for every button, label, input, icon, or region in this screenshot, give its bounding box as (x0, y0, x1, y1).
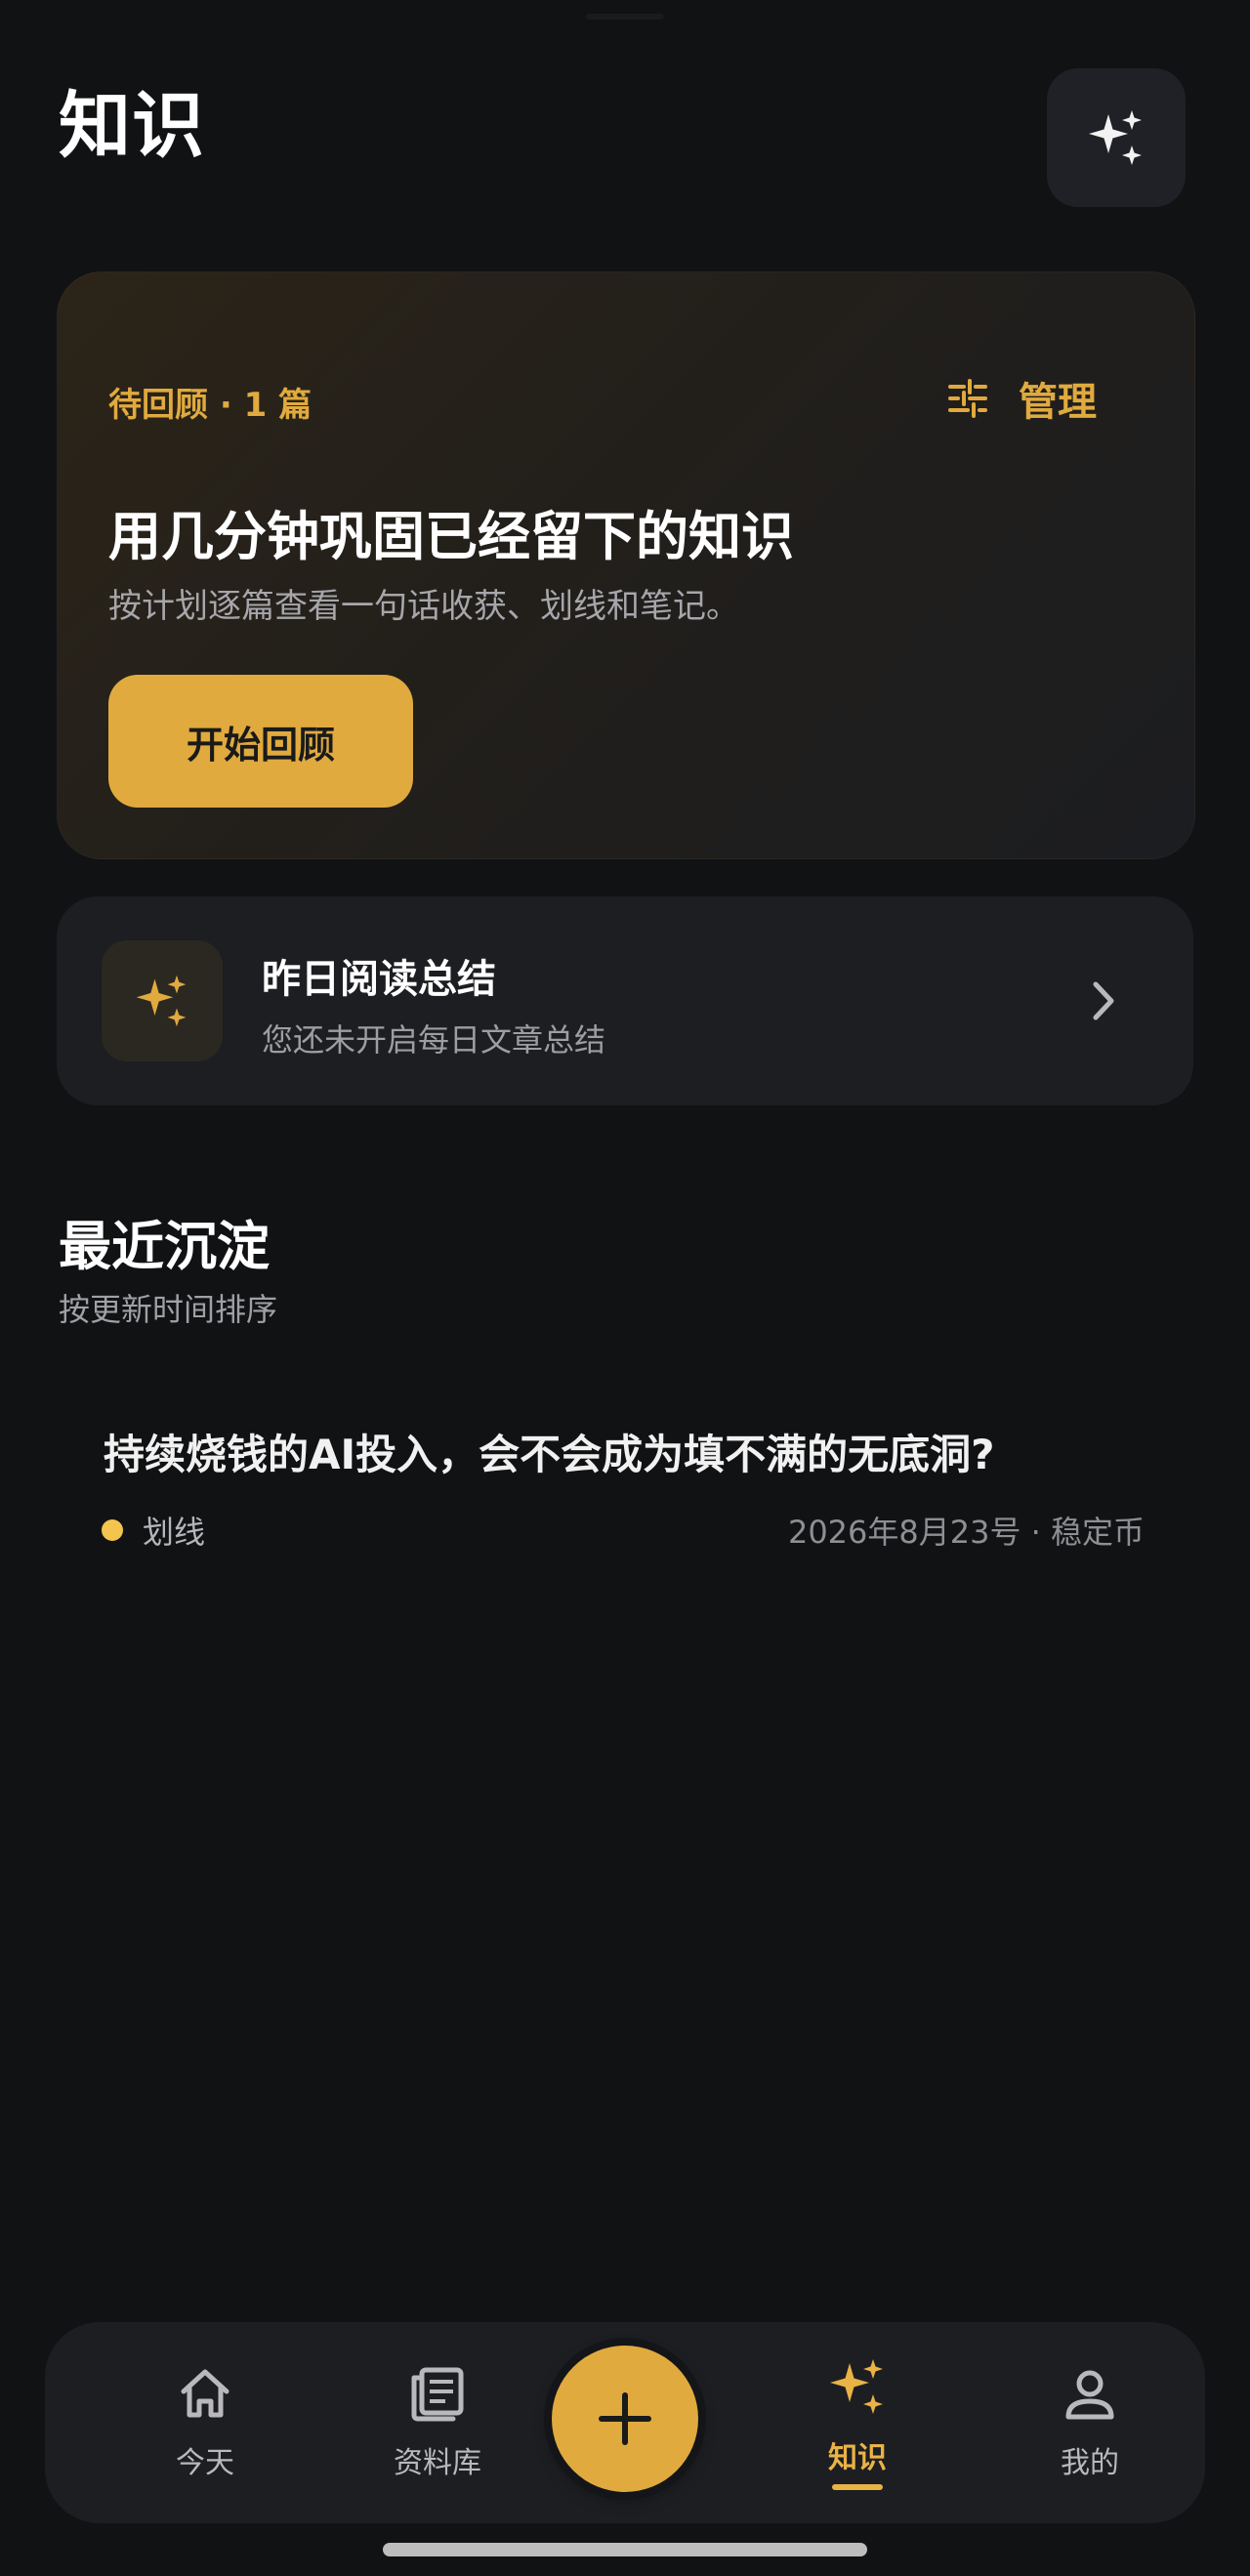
tab-label: 知识 (828, 2441, 887, 2475)
library-icon (411, 2367, 464, 2422)
tab-knowledge[interactable]: 知识 (770, 2322, 945, 2523)
recent-section-title: 最近沉淀 (59, 1216, 270, 1277)
active-tab-indicator (832, 2484, 883, 2490)
review-subtitle: 按计划逐篇查看一句话收获、划线和笔记。 (108, 587, 739, 626)
review-heading: 用几分钟巩固已经留下的知识 (108, 506, 794, 567)
review-card: 待回顾 · 1 篇 管理 用几分钟巩固已经留下的知识 按计划逐篇查看一句话收获、… (57, 271, 1195, 859)
add-button[interactable] (552, 2346, 698, 2492)
summary-subtitle: 您还未开启每日文章总结 (262, 1021, 606, 1059)
manage-label: 管理 (1019, 380, 1097, 425)
review-count-label: 待回顾 · 1 篇 (108, 386, 312, 425)
tab-today[interactable]: 今天 (117, 2322, 293, 2523)
ai-sparkle-button[interactable] (1047, 68, 1186, 207)
home-indicator (383, 2543, 867, 2556)
article-meta: 2026年8月23号 · 稳定币 (787, 1514, 1145, 1551)
summary-icon-tile (102, 940, 223, 1061)
sparkle-icon (1089, 110, 1142, 165)
tab-label: 资料库 (394, 2446, 481, 2480)
status-notch (586, 14, 664, 20)
article-tag-label: 划线 (143, 1514, 206, 1551)
plus-icon (599, 2392, 651, 2445)
tab-label: 我的 (1061, 2446, 1119, 2480)
manage-button[interactable]: 管理 (946, 370, 1097, 427)
sliders-icon (948, 379, 987, 418)
start-review-button[interactable]: 开始回顾 (108, 675, 413, 808)
daily-summary-card[interactable]: 昨日阅读总结 您还未开启每日文章总结 (57, 896, 1193, 1105)
recent-section-subtitle: 按更新时间排序 (59, 1291, 278, 1328)
user-icon (1065, 2370, 1114, 2420)
sparkle-icon (136, 975, 187, 1027)
summary-title: 昨日阅读总结 (262, 957, 496, 1002)
sparkle-icon (830, 2359, 883, 2414)
highlight-dot-icon (102, 1519, 123, 1541)
tab-me[interactable]: 我的 (1002, 2322, 1178, 2523)
home-icon (181, 2369, 229, 2418)
article-title: 持续烧钱的AI投入，会不会成为填不满的无底洞? (104, 1431, 995, 1478)
tab-library[interactable]: 资料库 (350, 2322, 525, 2523)
chevron-right-icon (1093, 981, 1114, 1020)
list-item[interactable]: 持续烧钱的AI投入，会不会成为填不满的无底洞? 划线 2026年8月23号 · … (57, 1387, 1193, 1582)
article-tag: 划线 (102, 1508, 205, 1553)
page-title: 知识 (59, 84, 205, 168)
tab-label: 今天 (176, 2446, 234, 2480)
